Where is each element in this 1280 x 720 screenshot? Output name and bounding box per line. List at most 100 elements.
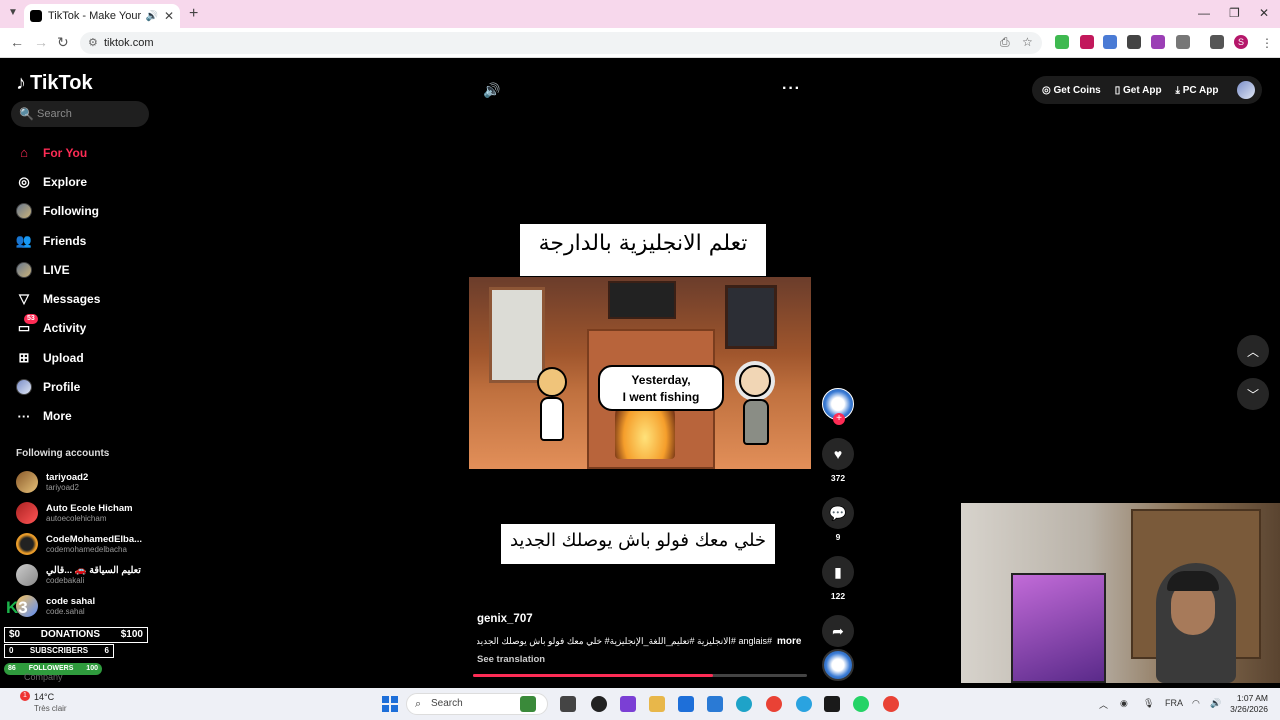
nav-label: More bbox=[43, 409, 72, 424]
windows-start-icon[interactable] bbox=[382, 696, 398, 712]
nav-label: Profile bbox=[43, 380, 81, 395]
taskbar-folder-icon[interactable] bbox=[649, 696, 665, 712]
sidebar-item-profile[interactable]: Profile bbox=[16, 372, 100, 401]
share-button[interactable]: ➦ bbox=[822, 615, 854, 647]
tab-search-icon[interactable]: ▼ bbox=[8, 7, 18, 18]
taskbar-game-icon[interactable] bbox=[520, 696, 536, 712]
k3-letter: K bbox=[6, 598, 19, 617]
taskbar-whatsapp-icon[interactable] bbox=[853, 696, 869, 712]
sidebar-item-live[interactable]: LIVE bbox=[16, 255, 100, 284]
donations-label: DONATIONS bbox=[40, 629, 101, 640]
tray-volume-icon[interactable]: 🔊 bbox=[1210, 698, 1221, 709]
donations-target: $100 bbox=[120, 629, 143, 640]
sidebar-item-messages[interactable]: ▽ Messages bbox=[16, 284, 100, 313]
extension-translate-icon[interactable] bbox=[1103, 35, 1117, 49]
description-more-button[interactable]: more bbox=[777, 636, 801, 647]
following-account[interactable]: Auto Ecole Hicham autoecolehicham bbox=[16, 497, 142, 528]
taskbar-clock[interactable]: 1:07 AM 3/26/2026 bbox=[1228, 693, 1268, 715]
tiktok-logo[interactable]: ♪ TikTok bbox=[16, 72, 93, 95]
next-video-button[interactable]: ﹀ bbox=[1237, 378, 1269, 410]
browser-tab[interactable]: TikTok - Make Your Day 🔊 ✕ bbox=[24, 4, 180, 28]
like-button[interactable]: ♥ bbox=[822, 438, 854, 470]
creator-avatar[interactable]: + bbox=[822, 388, 854, 425]
get-app-button[interactable]: ▯ Get App bbox=[1115, 85, 1162, 96]
sidebar-item-following[interactable]: Following bbox=[16, 197, 100, 226]
taskbar-chrome-icon[interactable] bbox=[766, 696, 782, 712]
reading-list-icon[interactable] bbox=[1210, 35, 1224, 49]
video-frame[interactable]: Yesterday, I went fishing bbox=[469, 277, 811, 469]
extension-ublock-icon[interactable] bbox=[1080, 35, 1094, 49]
save-count: 122 bbox=[830, 591, 846, 601]
heart-icon: ♥ bbox=[833, 446, 843, 462]
sidebar-item-for-you[interactable]: ⌂ For You bbox=[16, 138, 100, 167]
see-translation-button[interactable]: See translation bbox=[477, 654, 545, 665]
extension-shield-icon[interactable] bbox=[1055, 35, 1069, 49]
search-input[interactable]: 🔍 Search bbox=[11, 101, 149, 127]
taskbar-telegram-icon[interactable] bbox=[796, 696, 812, 712]
tray-wifi-icon[interactable]: ◠ bbox=[1192, 698, 1200, 709]
sidebar-item-activity[interactable]: ▭ 53 Activity bbox=[16, 314, 100, 343]
tab-audio-icon[interactable]: 🔊 bbox=[145, 11, 157, 22]
avatar bbox=[16, 501, 38, 524]
install-app-icon[interactable]: ⎙ bbox=[1000, 35, 1010, 50]
tray-language[interactable]: FRA bbox=[1165, 698, 1183, 708]
weather-desc: Très clair bbox=[34, 704, 67, 713]
window-close-icon[interactable]: ✕ bbox=[1259, 6, 1269, 20]
tray-overflow-icon[interactable]: ︿ bbox=[1099, 698, 1108, 711]
taskbar-outlook-icon[interactable] bbox=[707, 696, 723, 712]
browser-profile-avatar[interactable]: S bbox=[1234, 35, 1248, 49]
tab-title: TikTok - Make Your Day bbox=[48, 10, 145, 22]
bookmark-star-icon[interactable]: ☆ bbox=[1022, 35, 1033, 49]
user-avatar[interactable] bbox=[1236, 81, 1255, 99]
browser-menu-icon[interactable]: ⋮ bbox=[1261, 36, 1273, 50]
pc-app-button[interactable]: ⤓ PC App bbox=[1176, 85, 1219, 96]
subscribers-target: 6 bbox=[104, 646, 109, 655]
music-disc-avatar[interactable] bbox=[822, 649, 854, 681]
account-name: code sahal bbox=[46, 595, 96, 607]
creator-username[interactable]: genix_707 bbox=[477, 613, 533, 625]
back-icon[interactable]: ← bbox=[10, 34, 24, 50]
following-account[interactable]: CodeMohamedElba... codemohamedelbacha bbox=[16, 528, 142, 559]
sidebar-item-upload[interactable]: ⊞ Upload bbox=[16, 343, 100, 372]
video-progress-bar[interactable] bbox=[473, 674, 807, 677]
tray-mic-icon[interactable]: 🎙 bbox=[1143, 698, 1154, 709]
maximize-icon[interactable]: ❐ bbox=[1229, 6, 1240, 20]
weather-widget[interactable]: 14°C Très clair bbox=[34, 692, 67, 714]
tray-network-icon[interactable]: ◉ bbox=[1120, 698, 1128, 709]
volume-icon[interactable]: 🔊 bbox=[483, 82, 500, 99]
extension-purple-icon[interactable] bbox=[1151, 35, 1165, 49]
taskbar-chrome-active-icon[interactable] bbox=[883, 696, 899, 712]
get-coins-button[interactable]: ◎ Get Coins bbox=[1042, 85, 1101, 96]
sidebar-item-explore[interactable]: ◎ Explore bbox=[16, 167, 100, 196]
new-tab-button[interactable]: + bbox=[189, 5, 198, 23]
sidebar-item-more[interactable]: ··· More bbox=[16, 402, 100, 431]
address-bar[interactable]: ⚙ tiktok.com bbox=[80, 32, 1042, 54]
save-button[interactable]: ▮ bbox=[822, 556, 854, 588]
site-info-icon[interactable]: ⚙ bbox=[88, 32, 98, 54]
taskbar-copilot-icon[interactable] bbox=[620, 696, 636, 712]
taskbar-app-icon[interactable] bbox=[591, 696, 607, 712]
following-account[interactable]: tariyoad2 tariyoad2 bbox=[16, 466, 142, 497]
extension-t-icon[interactable] bbox=[1127, 35, 1141, 49]
taskbar-terminal-icon[interactable] bbox=[824, 696, 840, 712]
followers-target: 100 bbox=[86, 665, 98, 672]
footer-company-link[interactable]: Company bbox=[24, 672, 63, 682]
following-account[interactable]: تعليم السياقة 🚗 ...قالي codebakali bbox=[16, 559, 142, 590]
tab-close-icon[interactable]: ✕ bbox=[164, 9, 174, 23]
previous-video-button[interactable]: ︿ bbox=[1237, 335, 1269, 367]
follow-plus-icon[interactable]: + bbox=[833, 413, 845, 425]
clock-date: 3/26/2026 bbox=[1230, 704, 1268, 714]
sidebar-item-friends[interactable]: 👥 Friends bbox=[16, 226, 100, 255]
taskbar-edge-icon[interactable] bbox=[736, 696, 752, 712]
more-options-icon[interactable]: ··· bbox=[782, 80, 801, 98]
comment-button[interactable]: 💬 bbox=[822, 497, 854, 529]
account-name: Auto Ecole Hicham bbox=[46, 502, 133, 514]
forward-icon[interactable]: → bbox=[34, 34, 48, 50]
browser-tab-strip: ▼ TikTok - Make Your Day 🔊 ✕ + — ❐ ✕ bbox=[0, 0, 1280, 28]
minimize-icon[interactable]: — bbox=[1198, 6, 1210, 20]
following-account[interactable]: code sahal code.sahal bbox=[16, 590, 142, 621]
taskbar-store-icon[interactable] bbox=[678, 696, 694, 712]
reload-icon[interactable]: ↻ bbox=[57, 34, 69, 51]
taskbar-task-view-icon[interactable] bbox=[560, 696, 576, 712]
extensions-puzzle-icon[interactable] bbox=[1176, 35, 1190, 49]
